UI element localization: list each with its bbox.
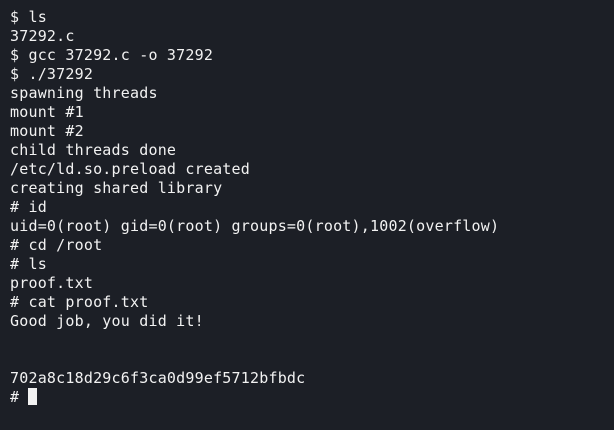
terminal-line: /etc/ld.so.preload created	[10, 160, 250, 178]
command-prompt-line[interactable]: #	[10, 388, 614, 407]
terminal-line: creating shared library	[10, 179, 223, 197]
terminal-line: 37292.c	[10, 27, 75, 45]
prompt-symbol: #	[10, 388, 29, 406]
terminal-line: $ gcc 37292.c -o 37292	[10, 46, 214, 64]
text-cursor	[28, 388, 38, 405]
terminal-window[interactable]: $ ls 37292.c $ gcc 37292.c -o 37292 $ ./…	[0, 0, 614, 430]
terminal-line: 702a8c18d29c6f3ca0d99ef5712bfbdc	[10, 369, 306, 387]
terminal-line: # cd /root	[10, 236, 103, 254]
terminal-line: # cat proof.txt	[10, 293, 149, 311]
terminal-line: Good job, you did it!	[10, 312, 204, 330]
terminal-line: uid=0(root) gid=0(root) groups=0(root),1…	[10, 217, 500, 235]
terminal-line: $ ls	[10, 8, 47, 26]
terminal-line: # id	[10, 198, 47, 216]
terminal-line: # ls	[10, 255, 47, 273]
terminal-line: proof.txt	[10, 274, 94, 292]
terminal-line: mount #2	[10, 122, 84, 140]
terminal-line: $ ./37292	[10, 65, 94, 83]
terminal-line: child threads done	[10, 141, 177, 159]
terminal-line: spawning threads	[10, 84, 158, 102]
terminal-line: mount #1	[10, 103, 84, 121]
